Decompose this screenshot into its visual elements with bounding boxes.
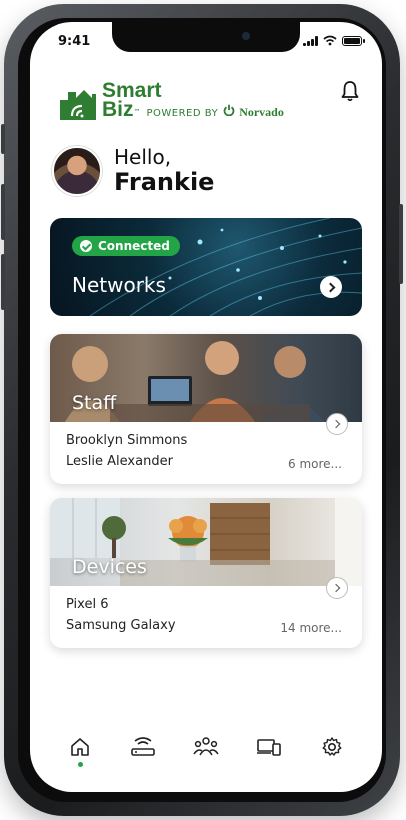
devices-title: Devices — [72, 556, 147, 578]
front-camera — [242, 32, 250, 40]
staff-photo: Staff — [50, 334, 362, 422]
networks-chevron-right-icon[interactable] — [320, 276, 342, 298]
people-icon — [193, 737, 219, 756]
power-button — [399, 204, 403, 284]
nav-staff[interactable] — [191, 732, 221, 762]
status-time: 9:41 — [58, 34, 91, 49]
wifi-icon — [323, 35, 337, 46]
devices-card[interactable]: Devices Pixel 6 Samsung Galaxy 14 more..… — [50, 498, 362, 648]
status-icons — [303, 35, 365, 46]
bottom-nav-bar — [30, 722, 382, 772]
volume-down-button — [1, 254, 5, 310]
trademark: ™ — [133, 107, 141, 116]
staff-more-link[interactable]: 6 more... — [288, 454, 342, 475]
power-symbol-icon — [223, 105, 235, 117]
user-avatar[interactable] — [52, 146, 102, 197]
mute-switch — [1, 124, 5, 154]
cellular-signal-icon — [303, 35, 318, 46]
networks-card[interactable]: Connected Networks — [50, 218, 362, 316]
greeting-section: Hello, Frankie — [52, 146, 214, 197]
notch — [112, 22, 300, 52]
nav-networks[interactable] — [128, 732, 158, 762]
connected-label: Connected — [98, 239, 170, 253]
staff-card[interactable]: Staff Brooklyn Simmons Leslie Alexander … — [50, 334, 362, 484]
nav-home[interactable] — [65, 732, 95, 767]
devices-more-link[interactable]: 14 more... — [280, 618, 342, 639]
user-name: Frankie — [114, 168, 215, 196]
active-indicator-dot — [77, 762, 83, 767]
fiber-optic-background — [89, 218, 362, 316]
connected-status-badge: Connected — [72, 236, 180, 256]
volume-up-button — [1, 184, 5, 240]
smartbiz-logo-mark-icon — [60, 89, 96, 120]
home-icon — [70, 738, 89, 756]
battery-icon — [342, 35, 365, 46]
smartbiz-logo: Smart Biz ™ POWERED BY Norvado — [58, 80, 284, 121]
staff-member-1[interactable]: Brooklyn Simmons — [66, 430, 346, 451]
greeting-hello: Hello, — [114, 145, 172, 169]
norvado-wordmark: Norvado — [239, 104, 284, 119]
logo-wordmark: Smart Biz ™ POWERED BY Norvado — [102, 80, 284, 121]
staff-title: Staff — [72, 392, 117, 414]
devices-icon — [257, 739, 281, 756]
nav-settings[interactable] — [317, 732, 347, 762]
networks-title: Networks — [72, 273, 166, 297]
notifications-bell-icon[interactable] — [340, 80, 360, 102]
device-item-1[interactable]: Pixel 6 — [66, 594, 346, 615]
app-screen: 9:41 Smart Biz ™ POWERED BY Norvado Hell… — [30, 22, 382, 792]
logo-word-biz: Biz — [102, 97, 134, 121]
powered-by-label: POWERED BY — [146, 107, 219, 119]
devices-photo: Devices — [50, 498, 362, 586]
router-icon — [130, 737, 155, 756]
settings-gear-icon — [322, 737, 342, 756]
check-circle-icon — [80, 240, 92, 252]
nav-devices[interactable] — [254, 732, 284, 762]
